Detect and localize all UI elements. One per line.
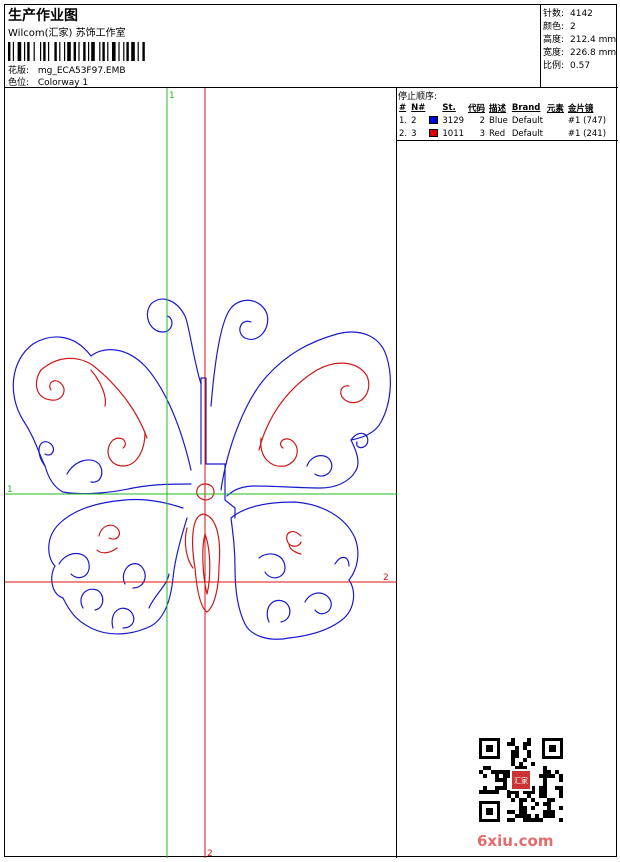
horizontal-axis-1-label: 1 [7,485,13,495]
watermark-logo: 6xiu.com [477,832,554,850]
element-cell [545,127,566,140]
thread-code: 3 [479,128,486,139]
color-swatch-cell [427,127,440,140]
specs-panel: 针数: 4142 颜色: 2 高度: 212.4 mm 宽度: 226.8 mm 比例:… [541,5,618,88]
embroidery-preview: 1 2 1 2 [5,88,397,859]
needle-number: 3 [411,128,417,139]
element-cell [545,114,566,127]
needle-number: 2 [411,115,417,126]
spec-scale: 比例: 0.57 [543,58,590,71]
row-number: 2. [399,128,408,139]
production-worksheet: 生产作业图 Wilcom(汇家) 苏饰工作室 花版: mg_ECA53F97.E… [4,4,618,859]
barcode-image [8,42,145,61]
hoop-axes: 1 2 1 2 [5,88,397,859]
spec-label: 比例: [543,61,565,71]
color-swatch-cell [427,114,440,127]
column-header: N# [411,102,426,113]
spec-value: 4142 [570,9,593,19]
spec-label: 高度: [543,35,565,45]
stop-sequence-header: 停止顺序: # N# St. 代码 描述 Brand 元素 金片镜 1. 2 3… [397,88,618,141]
spec-width: 宽度: 226.8 mm [543,45,616,58]
horizontal-axis-2-label: 2 [383,573,389,583]
table-header-row: # N# St. 代码 描述 Brand 元素 金片镜 [397,101,608,114]
row-number: 1. [399,115,408,126]
stop-sequence-panel: 停止顺序: # N# St. 代码 描述 Brand 元素 金片镜 1. 2 3… [397,88,618,858]
spec-height: 高度: 212.4 mm [543,32,616,45]
company-name: Wilcom(汇家) 苏饰工作室 [8,28,126,39]
table-row: 1. 2 3129 2 Blue Default #1 (747) [397,114,608,127]
spec-label: 颜色: [543,22,565,32]
spec-label: 宽度: [543,48,565,58]
spec-label: 针数: [543,9,565,19]
spec-value: 212.4 mm [570,35,617,45]
column-header: 描述 [489,103,507,114]
vertical-axis-2-label: 2 [207,849,213,858]
spec-value: 0.57 [570,61,591,71]
thread-code: 2 [479,115,486,126]
thread-brand: Default [511,128,543,139]
vertical-axis-1-label: 1 [169,91,175,101]
column-header: 金片镜 [567,103,594,114]
spec-value: 226.8 mm [570,48,617,58]
column-header: St. [442,102,456,113]
qr-code-image: 汇家 [479,738,563,822]
blue-thread-layer [12,298,391,640]
thread-description: Blue [489,115,508,126]
column-header: 元素 [546,103,564,114]
sequin-cell: #1 (747) [567,115,607,126]
sequin-cell: #1 (241) [567,128,607,139]
thread-description: Red [489,128,506,139]
stitch-count: 1011 [442,128,465,139]
column-header: # [399,102,407,113]
color-swatch [429,128,439,137]
butterfly-design [12,298,391,640]
design-canvas: 1 2 1 2 [5,88,397,859]
stitch-count: 3129 [442,115,465,126]
spec-stitches: 针数: 4142 [543,6,593,19]
column-header [427,101,440,114]
column-header: Brand [511,102,541,113]
spec-colors: 颜色: 2 [543,19,576,32]
stop-sequence-table: # N# St. 代码 描述 Brand 元素 金片镜 1. 2 3129 2 [397,101,608,140]
svg-text:汇家: 汇家 [514,776,528,785]
color-swatch [429,115,439,124]
table-row: 2. 3 1011 3 Red Default #1 (241) [397,127,608,140]
colorway-label: 色位: [8,78,30,88]
colorway-value: Colorway 1 [37,78,89,88]
spec-value: 2 [570,22,576,32]
colorway-row: 色位: Colorway 1 [8,75,88,88]
thread-brand: Default [511,115,543,126]
header-info-panel: 生产作业图 Wilcom(汇家) 苏饰工作室 花版: mg_ECA53F97.E… [5,5,541,88]
worksheet-title: 生产作业图 [8,8,78,24]
column-header: 代码 [468,103,486,114]
